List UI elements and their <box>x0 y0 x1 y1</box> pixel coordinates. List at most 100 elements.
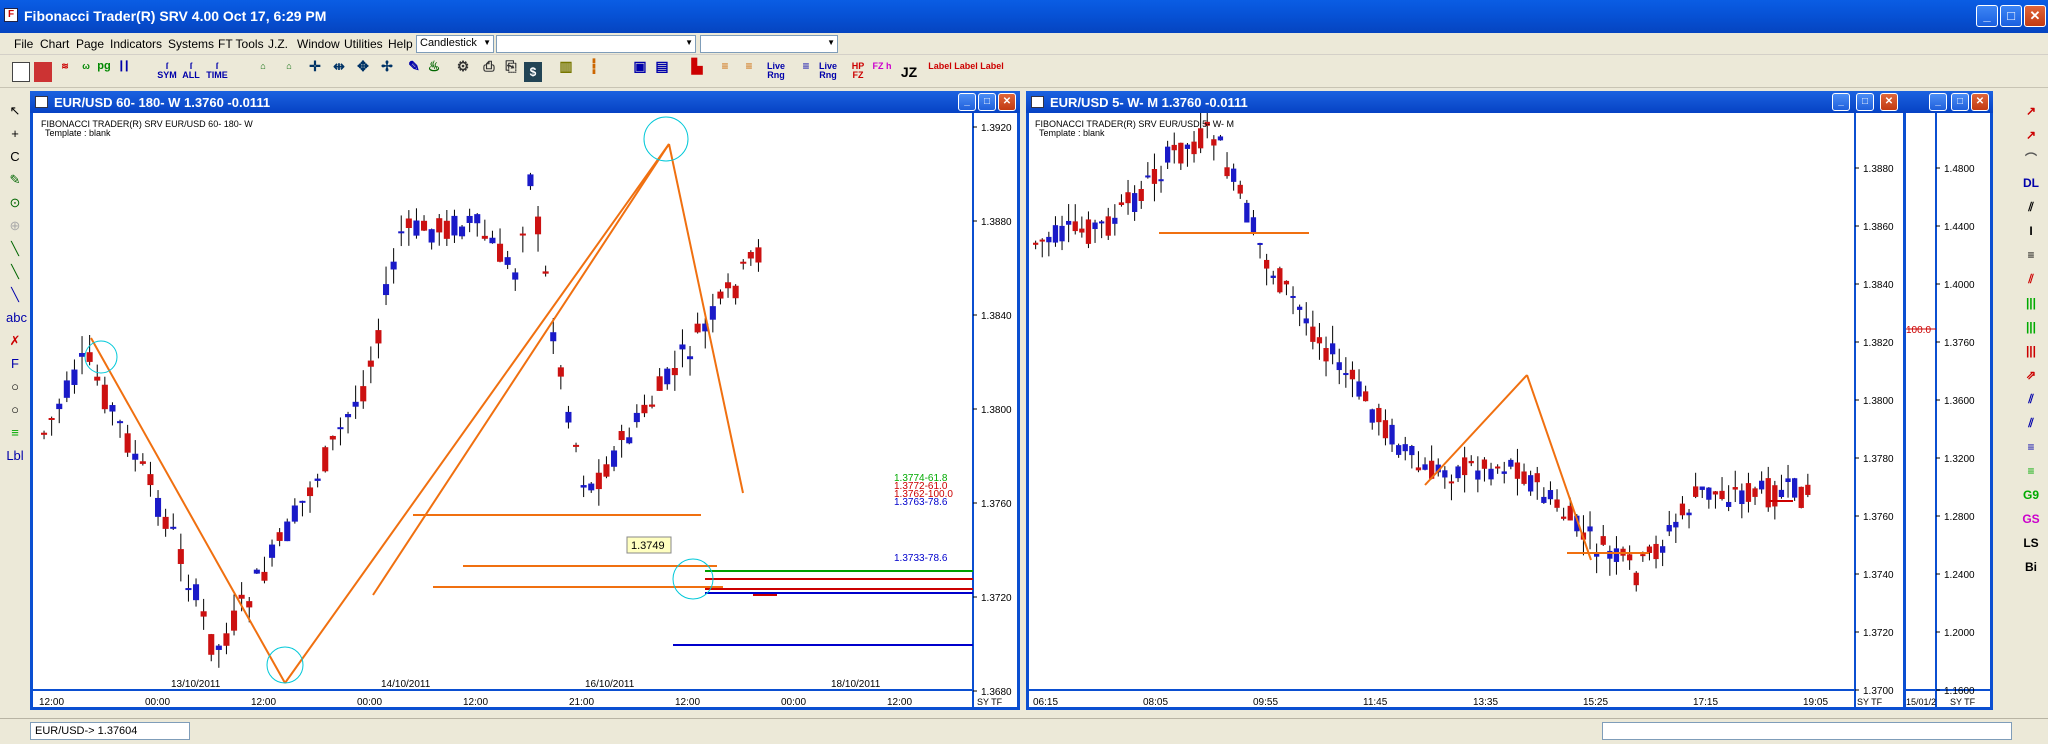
chart-window-hourly[interactable]: EUR/USD 60- 180- W 1.3760 -0.0111 _ □ ✕ … <box>30 91 1020 710</box>
all-button[interactable]: ſ ALL <box>180 62 202 82</box>
move-icon[interactable]: ✛ <box>306 59 324 82</box>
window-close-button[interactable]: ✕ <box>1880 93 1898 111</box>
right-tool-18[interactable]: LS <box>2020 534 2042 552</box>
menu-jz[interactable]: J.Z. <box>268 37 288 51</box>
page-icon[interactable]: ω <box>78 62 94 82</box>
right-tool-15[interactable]: ≡ <box>2020 462 2042 480</box>
menu-chart[interactable]: Chart <box>40 37 69 51</box>
right-tool-6[interactable]: ≡ <box>2020 246 2042 264</box>
right-tool-7[interactable]: ⫽ <box>2020 270 2042 288</box>
pen-icon[interactable]: ✎ <box>406 59 422 82</box>
left-tool-7[interactable]: ╲ <box>6 263 24 281</box>
right-tool-19[interactable]: Bi <box>2020 558 2042 576</box>
right-tool-9[interactable]: ||| <box>2020 318 2042 336</box>
flag-icon[interactable]: ▙ <box>688 59 706 82</box>
left-tool-9[interactable]: abc <box>6 309 27 327</box>
maximize-button[interactable]: □ <box>2000 5 2022 27</box>
label-button-2[interactable]: Label <box>954 62 978 82</box>
sym-button[interactable]: ſ SYM <box>156 62 178 82</box>
left-tool-13[interactable]: ○ <box>6 401 24 419</box>
right-tool-12[interactable]: ⫽ <box>2020 390 2042 408</box>
right-tool-8[interactable]: ||| <box>2020 294 2042 312</box>
fz-h-button[interactable]: FZ h <box>872 62 892 82</box>
window-minimize-button[interactable]: _ <box>1832 93 1850 111</box>
hourly-chart[interactable]: FIBONACCI TRADER(R) SRV EUR/USD 60- 180-… <box>33 113 1017 710</box>
left-tool-8[interactable]: ╲ <box>6 286 24 304</box>
window-close-button[interactable]: ✕ <box>998 93 1016 111</box>
fib-lines2-icon[interactable]: ≡ <box>740 60 758 82</box>
sy-tf-label[interactable]: SY TF <box>977 697 1003 707</box>
monthly-chart[interactable]: 100.0 1.4800 1.4400 1.4000 1.3760 1.3600 1.32… <box>1906 113 1990 710</box>
left-tool-1[interactable]: + <box>6 125 24 143</box>
right-tool-17[interactable]: GS <box>2020 510 2042 528</box>
right-tool-13[interactable]: ⫽ <box>2020 414 2042 432</box>
close-button[interactable]: ✕ <box>2024 5 2046 27</box>
car-icon[interactable]: ⌂ <box>280 62 298 82</box>
minimize-button[interactable]: _ <box>1976 5 1998 27</box>
fib-lines-icon[interactable]: ≡ <box>716 60 734 82</box>
left-tool-4[interactable]: ⊙ <box>6 194 24 212</box>
left-tool-10[interactable]: ✗ <box>6 332 24 350</box>
window-minimize-button[interactable]: _ <box>958 93 976 111</box>
right-tool-3[interactable]: DL <box>2020 174 2042 192</box>
right-tool-14[interactable]: ≡ <box>2020 438 2042 456</box>
menu-help[interactable]: Help <box>388 37 413 51</box>
gear-icon[interactable]: ⚙ <box>454 59 472 82</box>
left-tool-5[interactable]: ⊕ <box>6 217 24 235</box>
menu-systems[interactable]: Systems <box>168 37 214 51</box>
menu-indicators[interactable]: Indicators <box>110 37 162 51</box>
expand-icon[interactable]: ✥ <box>354 59 372 82</box>
left-tool-6[interactable]: ╲ <box>6 240 24 258</box>
left-tool-11[interactable]: F <box>6 355 24 373</box>
window-maximize-button[interactable]: □ <box>1951 93 1969 111</box>
time-button[interactable]: ſ TIME <box>204 62 230 82</box>
label-button-3[interactable]: Label <box>980 62 1004 82</box>
right-tool-11[interactable]: ⇗ <box>2020 366 2042 384</box>
window-close-button[interactable]: ✕ <box>1971 93 1989 111</box>
sy-tf-label[interactable]: SY TF <box>1857 697 1883 707</box>
right-tool-5[interactable]: I <box>2020 222 2042 240</box>
right-tool-4[interactable]: ⫽ <box>2020 198 2042 216</box>
indicator-icon[interactable]: ▥ <box>558 59 574 82</box>
interval-select[interactable]: ▼ <box>700 35 838 53</box>
chart-window-title-bar[interactable]: _ □ ✕ <box>1903 91 1993 113</box>
left-tool-3[interactable]: ✎ <box>6 171 24 189</box>
chart-window-title-bar[interactable]: EUR/USD 60- 180- W 1.3760 -0.0111 _ □ ✕ <box>30 91 1020 113</box>
menu-window[interactable]: Window <box>297 37 340 51</box>
chart-type-select[interactable]: Candlestick ▼ <box>416 35 494 53</box>
layout-icon[interactable]: ▣ <box>630 59 650 82</box>
left-tool-14[interactable]: ≡ <box>6 424 24 442</box>
open-chart-icon[interactable] <box>34 62 52 82</box>
menu-page[interactable]: Page <box>76 37 104 51</box>
paint-icon[interactable]: ♨ <box>426 59 442 82</box>
live-rng-button[interactable]: Live Rng <box>764 62 788 82</box>
zoom-icon[interactable]: ⌂ <box>254 62 272 82</box>
crosshair-icon[interactable]: ✢ <box>378 59 396 82</box>
pg-icon[interactable]: pg <box>96 61 112 82</box>
sy-tf-label[interactable]: SY TF <box>1950 697 1976 707</box>
range-icon[interactable]: ≡ <box>798 60 814 82</box>
menu-utilities[interactable]: Utilities <box>344 37 383 51</box>
right-tool-16[interactable]: G9 <box>2020 486 2042 504</box>
menu-ft-tools[interactable]: FT Tools <box>218 37 264 51</box>
5min-chart[interactable]: FIBONACCI TRADER(R) SRV EUR/USD 5- W- M … <box>1029 113 1903 710</box>
chart-style-icon[interactable]: ┇ <box>584 59 604 82</box>
chart-window-monthly[interactable]: _ □ ✕ 100.0 1.4800 1.4400 1.4000 1.3760 1.36… <box>1903 91 1993 710</box>
printer-icon[interactable]: ⎙ <box>480 59 498 82</box>
left-tool-0[interactable]: ↖ <box>6 102 24 120</box>
jz-button[interactable]: JZ <box>898 62 920 82</box>
right-tool-10[interactable]: ||| <box>2020 342 2042 360</box>
right-tool-1[interactable]: ↗ <box>2020 126 2042 144</box>
new-chart-icon[interactable] <box>12 62 30 82</box>
chart-window-title-bar[interactable]: EUR/USD 5- W- M 1.3760 -0.0111 _ □ ✕ <box>1026 91 1906 113</box>
right-tool-2[interactable]: ⌒ <box>2020 150 2042 168</box>
left-tool-15[interactable]: Lbl <box>6 447 24 465</box>
menu-file[interactable]: File <box>14 37 33 51</box>
dollar-icon[interactable]: $ <box>524 62 542 82</box>
resize-icon[interactable]: ⇹ <box>330 59 348 82</box>
live-rng2-button[interactable]: Live Rng <box>816 62 840 82</box>
window-minimize-button[interactable]: _ <box>1929 93 1947 111</box>
right-tool-0[interactable]: ↗ <box>2020 102 2042 120</box>
chart-window-5min[interactable]: EUR/USD 5- W- M 1.3760 -0.0111 _ □ ✕ FIB… <box>1026 91 1906 710</box>
left-tool-12[interactable]: ○ <box>6 378 24 396</box>
